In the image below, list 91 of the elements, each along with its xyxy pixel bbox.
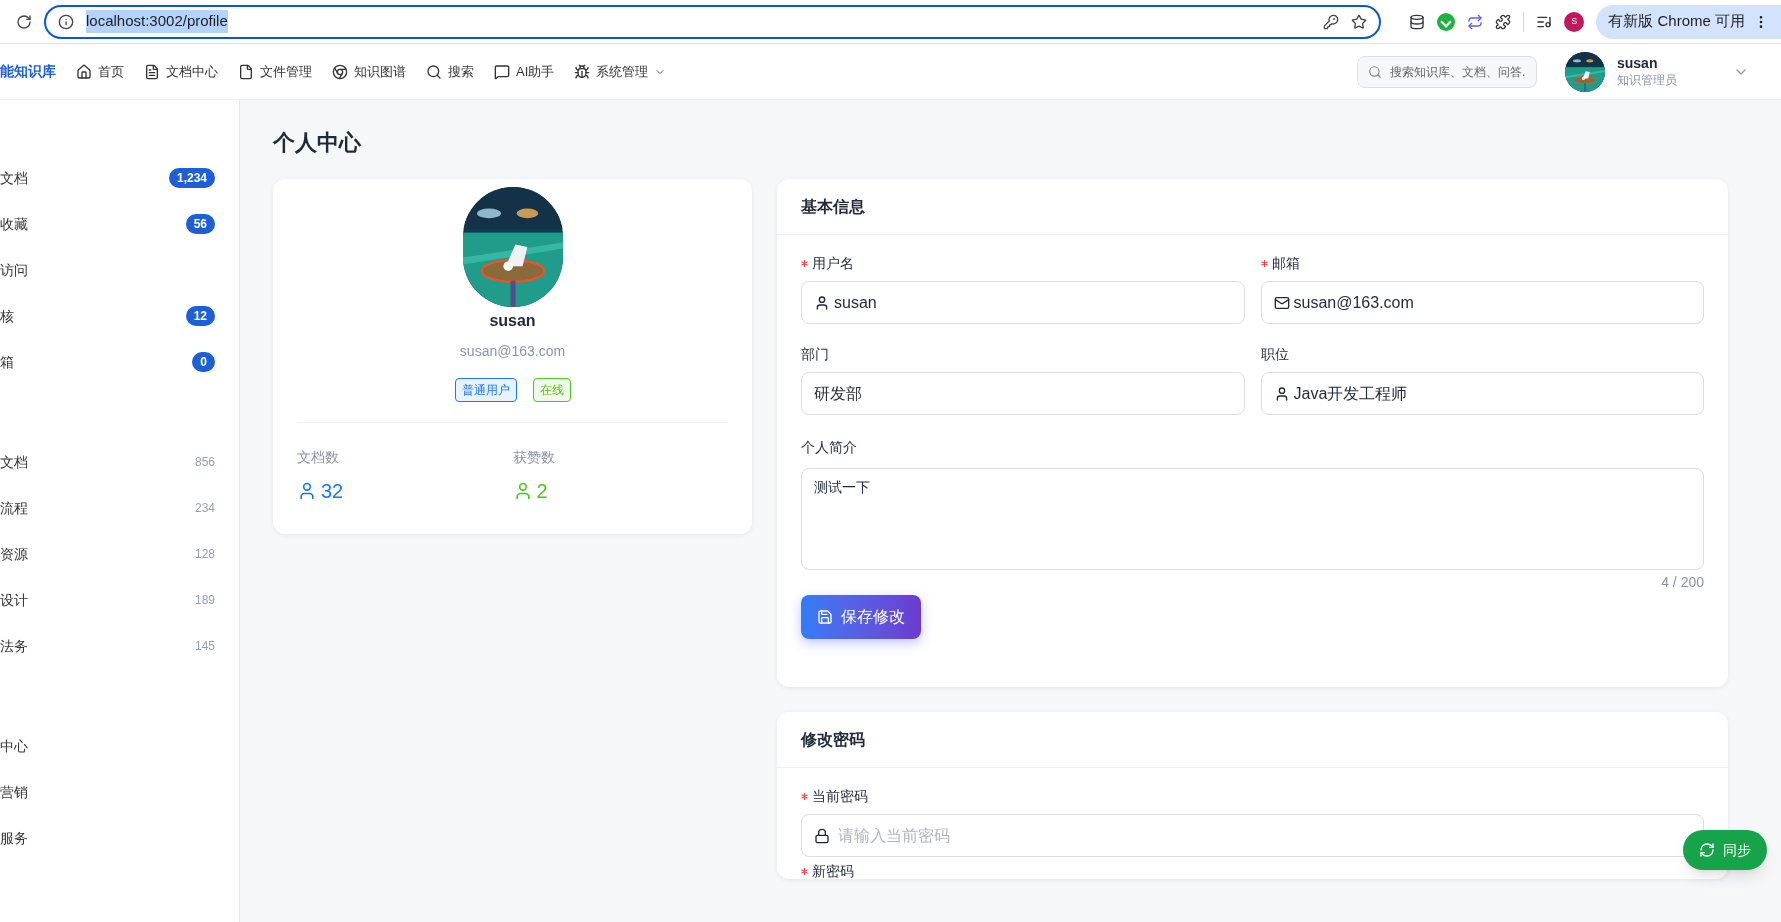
required-icon [801,792,808,800]
sidebar-item[interactable]: 文档 1,234 [0,155,239,201]
sidebar-item[interactable]: 访问 [0,247,239,293]
key-icon[interactable] [1323,13,1340,30]
item-count: 234 [194,500,215,517]
file-icon [238,63,254,80]
document-icon [144,63,160,80]
bug-icon [574,63,591,80]
sidebar-item[interactable]: 箱 0 [0,339,239,385]
count-badge: 0 [192,352,215,372]
house-icon [76,63,92,80]
card-title: 修改密码 [801,729,865,750]
text-field[interactable]: Java开发工程师 [1260,372,1704,415]
circle-icon [332,63,348,80]
item-count: 128 [194,546,215,563]
address-bar[interactable]: localhost:3002/profile [44,4,1382,39]
field-label: 个人简介 [801,438,858,457]
char-counter: 4 / 200 [1661,573,1704,592]
search-field[interactable]: 搜索知识库、文档、问答. [1357,55,1537,88]
sidebar-item[interactable]: 中心 [0,723,239,769]
stat-label: 获赞数 [512,448,556,467]
sidebar-item[interactable]: 文档 856 [0,439,239,485]
sync-icon[interactable] [1467,13,1484,30]
mail-icon [1273,294,1290,311]
info-icon[interactable] [58,13,74,30]
lock-icon [814,827,830,844]
required-icon [801,259,808,267]
password-field[interactable]: 请输入当前密码 [801,814,1704,857]
stat-label: 文档数 [297,448,340,467]
text-area[interactable]: 测试一下 [801,468,1704,570]
field-label: 新密码 [812,863,854,879]
reload-icon[interactable] [16,13,32,30]
sidebar-item[interactable]: 资源 128 [0,531,239,577]
field-label: 邮箱 [1271,255,1300,271]
stat-value: 32 [321,479,344,504]
sidebar-item[interactable]: 营销 [0,769,239,815]
url-text: localhost:3002/profile [86,10,228,33]
field-label: 用户名 [812,255,854,271]
count-badge: 1,234 [168,168,215,188]
star-icon[interactable] [1351,13,1368,30]
count-badge: 56 [185,214,215,234]
search-icon [426,63,442,80]
extension-icon[interactable] [1437,12,1456,31]
profile-name: susan [489,311,536,331]
text-field[interactable]: 研发部 [801,372,1245,415]
user-role: 知识管理员 [1617,72,1677,88]
nav-link[interactable]: AI助手 [494,61,555,82]
text-field[interactable]: susan [801,281,1245,324]
count-badge: 12 [185,306,215,326]
item-count: 145 [194,638,215,655]
user-icon [297,481,317,501]
sidebar-item[interactable]: 核 12 [0,293,239,339]
sidebar-item[interactable]: 法务 145 [0,623,239,669]
profile-avatar[interactable]: S [1564,11,1585,32]
required-icon [801,867,808,875]
nav-link[interactable]: 文档中心 [144,61,218,82]
nav-link[interactable]: 首页 [76,61,124,82]
status-tag: 在线 [532,378,571,402]
page-title: 个人中心 [273,129,362,157]
field-label: 职位 [1260,346,1289,362]
field-label: 部门 [801,346,829,362]
database-icon[interactable] [1409,13,1426,30]
field-label: 当前密码 [812,788,868,804]
text-field[interactable]: susan@163.com [1260,281,1704,324]
nav-link[interactable]: 系统管理 [574,61,667,82]
nav-link[interactable]: 搜索 [426,61,474,82]
search-icon [1368,64,1382,79]
chat-icon [494,63,510,80]
nav-link[interactable]: 文件管理 [238,61,312,82]
nav-link[interactable]: 知识图谱 [332,61,406,82]
search-input[interactable]: 搜索知识库、文档、问答. [1390,62,1526,81]
sidebar-item[interactable]: 服务 [0,815,239,861]
sidebar-item[interactable]: 流程 234 [0,485,239,531]
required-icon [1260,259,1268,267]
user-icon [814,294,830,311]
stat-value: 2 [536,479,548,504]
sync-icon [1699,842,1715,858]
item-count: 189 [194,592,215,609]
sidebar-item[interactable]: 收藏 56 [0,201,239,247]
puzzle-icon[interactable] [1495,13,1512,30]
item-count: 856 [194,454,215,471]
card-title: 基本信息 [801,196,865,217]
sidebar-item[interactable]: 设计 189 [0,577,239,623]
profile-email: susan@163.com [459,342,566,361]
update-button[interactable]: 有新版 Chrome 可用 [1596,4,1781,39]
status-tag: 普通用户 [454,378,517,402]
user-name: susan [1617,55,1659,73]
save-icon [817,609,833,625]
save-button[interactable]: 保存修改 [801,595,921,639]
password-input[interactable]: 请输入当前密码 [838,823,1038,848]
brand-title[interactable]: 能知识库 [0,61,56,82]
